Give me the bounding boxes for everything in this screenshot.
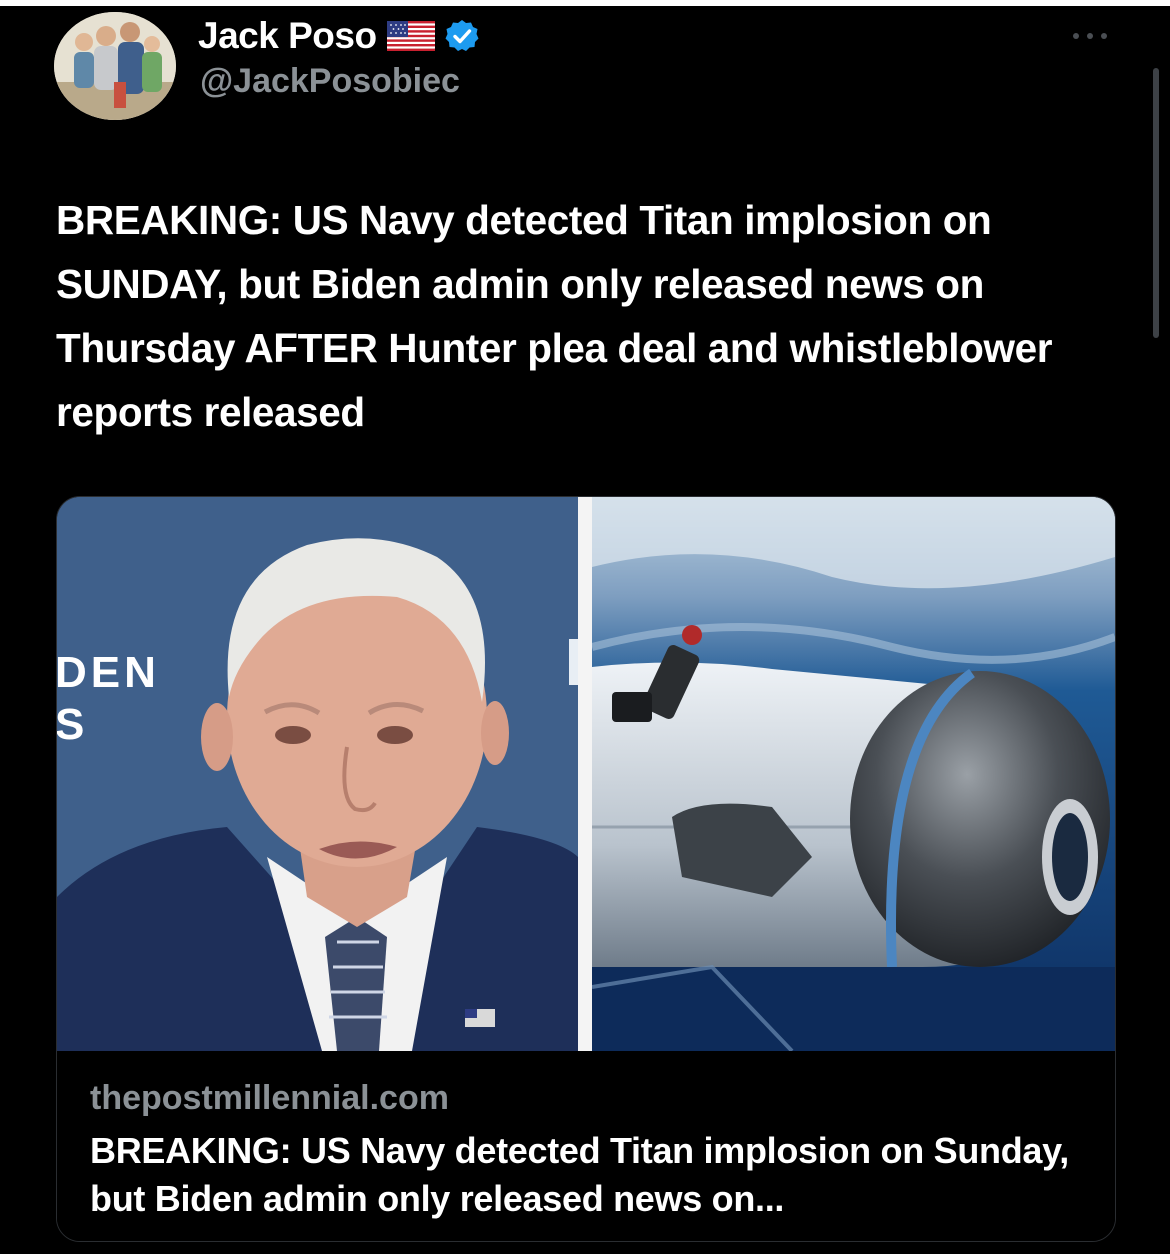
link-preview-card[interactable]: DEN S thepostmillennial.com BREAKING: US… xyxy=(56,496,1116,1242)
author-handle[interactable]: @JackPosobiec xyxy=(200,62,460,101)
us-flag-icon xyxy=(386,21,435,51)
avatar[interactable] xyxy=(54,12,176,120)
submersible-photo xyxy=(592,497,1115,1051)
avatar-photo xyxy=(54,12,176,120)
card-image-submersible xyxy=(592,497,1115,1051)
speaker-photo: DEN S xyxy=(57,497,578,1051)
verified-badge-icon xyxy=(445,20,479,51)
more-options-icon[interactable] xyxy=(1068,26,1112,46)
card-domain[interactable]: thepostmillennial.com xyxy=(90,1079,449,1118)
card-image-divider xyxy=(578,497,592,1051)
card-meta[interactable]: thepostmillennial.com BREAKING: US Navy … xyxy=(57,1051,1115,1241)
card-image-speaker: DEN S xyxy=(57,497,578,1051)
scrollbar-thumb[interactable] xyxy=(1153,68,1159,338)
svg-text:S: S xyxy=(57,700,84,749)
card-title[interactable]: BREAKING: US Navy detected Titan implosi… xyxy=(90,1127,1090,1223)
tweet-screen: Jack Poso @JackPosobiec BREAKING: US Nav… xyxy=(0,6,1170,1254)
svg-text:DEN: DEN xyxy=(57,648,160,697)
author-name-row[interactable]: Jack Poso xyxy=(198,14,479,58)
tweet-text: BREAKING: US Navy detected Titan implosi… xyxy=(56,197,1053,435)
display-name[interactable]: Jack Poso xyxy=(198,15,377,57)
